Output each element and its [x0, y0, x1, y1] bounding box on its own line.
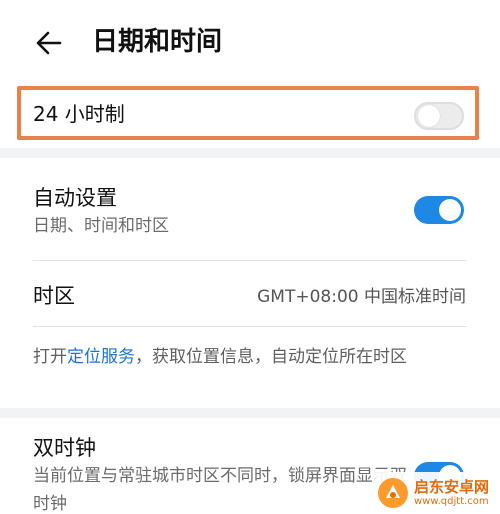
- auto-setting-toggle[interactable]: [414, 196, 464, 224]
- auto-setting-subtitle: 日期、时间和时区: [33, 216, 169, 236]
- dual-clock-subtitle: 当前位置与常驻城市时区不同时，锁屏界面显示双时钟: [33, 466, 407, 514]
- date-time-settings-screen: 日期和时间 24 小时制 自动设置 日期、时间和时区 时区 GMT+08:00 …: [0, 0, 500, 514]
- arrow-left-icon[interactable]: [34, 28, 64, 58]
- divider: [33, 260, 467, 261]
- toggle-knob: [418, 105, 440, 127]
- auto-setting-title: 自动设置: [33, 186, 117, 210]
- toggle-knob: [439, 199, 461, 221]
- watermark-logo-icon: [378, 478, 408, 508]
- location-hint-prefix: 打开: [33, 347, 67, 367]
- dual-clock-title: 双时钟: [33, 436, 96, 460]
- location-service-link[interactable]: 定位服务: [67, 347, 135, 367]
- header: 日期和时间: [0, 0, 500, 82]
- timezone-value: GMT+08:00 中国标准时间: [257, 287, 466, 307]
- location-hint-suffix: ，获取位置信息，自动定位所在时区: [135, 347, 407, 367]
- page-title: 日期和时间: [92, 27, 223, 57]
- watermark-url: www.qdjtt.com: [414, 496, 489, 507]
- divider: [33, 326, 467, 327]
- watermark-name: 启东安卓网: [414, 478, 490, 496]
- hour24-label: 24 小时制: [33, 102, 125, 126]
- watermark-text: 启东安卓网 www.qdjtt.com: [414, 478, 489, 508]
- timezone-label[interactable]: 时区: [33, 282, 75, 310]
- watermark: 启东安卓网 www.qdjtt.com: [372, 472, 500, 514]
- location-hint: 打开定位服务，获取位置信息，自动定位所在时区: [33, 342, 453, 372]
- hour24-toggle[interactable]: [414, 102, 464, 130]
